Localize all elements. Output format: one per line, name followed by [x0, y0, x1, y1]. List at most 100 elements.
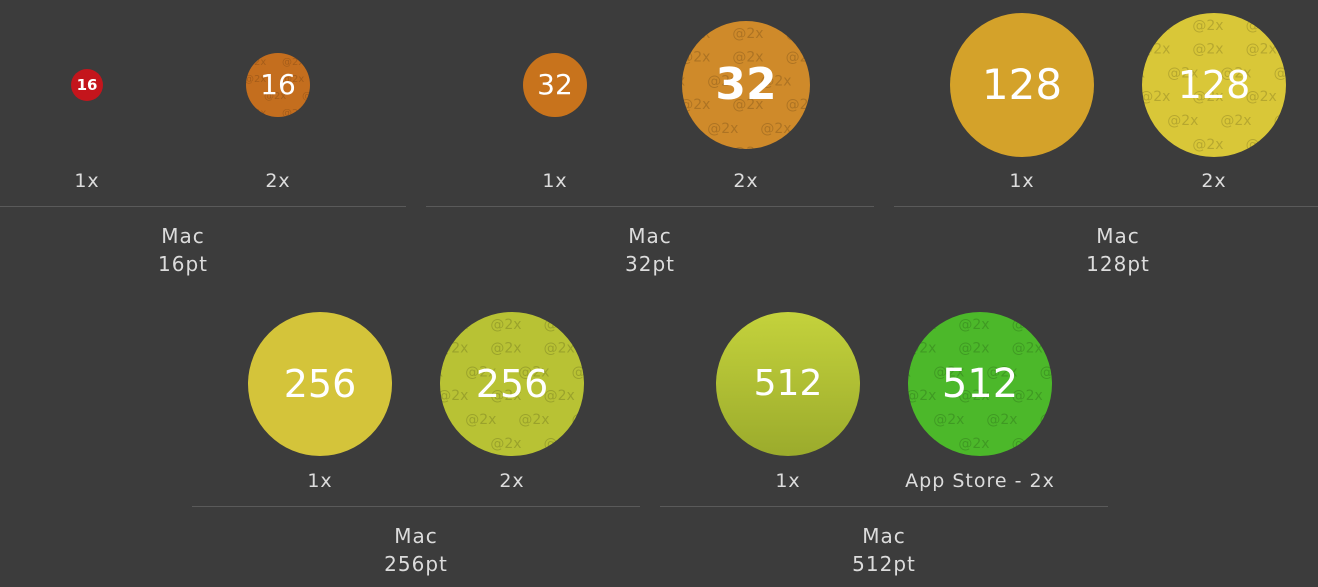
watermark-text: @2x [440, 412, 443, 428]
icon-256-2x[interactable]: @2x @2x @2x @2x @2x @2x @2x @2x @2x @2x @2x @2x @2x @… [440, 312, 584, 456]
point-size-label: 512pt [852, 552, 916, 576]
slot-128pt-2x[interactable]: @2x @2x @2x @2x @2x @2x @2x @2x @2x @2x @2x @2x @2x @… [1114, 0, 1314, 200]
watermark-text: @2x [282, 57, 304, 68]
watermark-text: @2x [1040, 412, 1052, 428]
icon-32-2x[interactable]: @2x @2x @2x @2x @2x @2x @2x @2x @2x @2x @2x @2x @2x @… [682, 21, 810, 149]
watermark-text: @2x [440, 341, 468, 357]
scale-label-1x: 1x [542, 170, 568, 192]
watermark-text: @2x [1040, 364, 1052, 380]
icon-number: 128 [1177, 63, 1251, 107]
scale-label-2x: 2x [733, 170, 759, 192]
group-divider [660, 506, 1108, 507]
watermark-text: @2x [1220, 113, 1251, 129]
icon-number: 512 [941, 361, 1019, 407]
watermark-text: @2x [986, 412, 1017, 428]
icon-number: 16 [76, 75, 98, 94]
watermark-text: @2x [1142, 113, 1145, 129]
watermark-text: @2x [440, 317, 468, 333]
icon-128-1x[interactable]: 128 [950, 13, 1094, 157]
group-title: Mac 128pt [1018, 222, 1218, 278]
watermark-text: @2x [908, 317, 936, 333]
watermark-text: @2x [490, 317, 521, 333]
watermark-text: @2x [682, 26, 710, 42]
watermark-text: @2x [572, 412, 584, 428]
watermark-text: @2x [1192, 42, 1223, 58]
group-mac-32pt: 32 1x @2x@2x@2x@2x@2x@2x@2x@2x@2x@2x@2x@… [426, 0, 874, 290]
watermark-text: @2x [682, 50, 710, 66]
watermark-text: @2x [1142, 89, 1170, 105]
watermark-text: @2x [544, 317, 575, 333]
icon-128-2x[interactable]: @2x @2x @2x @2x @2x @2x @2x @2x @2x @2x @2x @2x @2x @… [1142, 13, 1286, 157]
watermark-text: @2x [490, 341, 521, 357]
watermark-text: @2x [544, 436, 575, 452]
watermark-text: @2x [1012, 436, 1043, 452]
watermark-text: @2x [786, 50, 810, 66]
watermark-text: @2x [1274, 65, 1286, 81]
group-title: Mac 256pt [316, 522, 516, 578]
icon-number: 512 [753, 363, 823, 404]
watermark-text: @2x [440, 364, 443, 380]
watermark-text: @2x [1142, 18, 1170, 34]
scale-label-1x: 1x [307, 470, 333, 492]
watermark-text: @2x [958, 436, 989, 452]
slot-128pt-1x[interactable]: 128 1x [922, 0, 1122, 200]
watermark-text: @2x [760, 121, 791, 137]
icon-512-appstore[interactable]: @2x @2x @2x @2x @2x @2x @2x @2x @2x @2x @2x @2x @2x @… [908, 312, 1052, 456]
watermark-text: @2x [786, 26, 810, 42]
slot-32pt-2x[interactable]: @2x @2x @2x @2x @2x @2x @2x @2x @2x @2x @2x @2x @2x @… [646, 0, 846, 200]
watermark-text: @2x [682, 97, 710, 113]
slot-256pt-2x[interactable]: @2x @2x @2x @2x @2x @2x @2x @2x @2x @2x @2x @2x @2x @… [412, 300, 612, 500]
icon-512-1x[interactable]: 512 [716, 312, 860, 456]
group-mac-128pt: 128 1x @2x @2x @2x @2x @2x @2x @2x @2x @2x @2x @2x… [894, 0, 1318, 290]
slot-512pt-1x[interactable]: 512 1x [688, 300, 888, 500]
watermark-text: @2x [707, 121, 738, 137]
watermark-text: @2x [1142, 42, 1170, 58]
point-size-label: 128pt [1086, 252, 1150, 276]
watermark-text: @2x [246, 57, 266, 68]
platform-label: Mac [394, 524, 438, 548]
watermark-text: @2x [958, 341, 989, 357]
watermark-text: @2x [246, 91, 248, 102]
watermark-text: @2x [682, 73, 685, 89]
slot-32pt-1x[interactable]: 32 1x [455, 0, 655, 200]
watermark-text: @2x [440, 388, 468, 404]
group-title: Mac 512pt [784, 522, 984, 578]
scale-label-2x: 2x [499, 470, 525, 492]
icon-number: 256 [283, 362, 357, 406]
group-title: Mac 16pt [83, 222, 283, 278]
watermark-text: @2x [1142, 65, 1145, 81]
icon-16-1x[interactable]: 16 [71, 69, 103, 101]
platform-label: Mac [862, 524, 906, 548]
icon-number: 32 [715, 59, 777, 110]
watermark-text: @2x [682, 145, 710, 149]
group-divider [894, 206, 1318, 207]
slot-512pt-appstore[interactable]: @2x @2x @2x @2x @2x @2x @2x @2x @2x @2x @2x @2x @2x @… [880, 300, 1080, 500]
watermark-text: @2x [1246, 18, 1277, 34]
watermark-text: @2x [908, 388, 936, 404]
platform-label: Mac [628, 224, 672, 248]
group-divider [0, 206, 406, 207]
watermark-text: @2x [732, 145, 763, 149]
watermark-text: @2x [572, 364, 584, 380]
icon-number: 128 [981, 60, 1063, 109]
icon-16-2x[interactable]: @2x@2x@2x@2x@2x@2x@2x@2x@2x@2x@2x@2x@2x@… [246, 53, 310, 117]
watermark-text: @2x [440, 436, 468, 452]
watermark-text: @2x [465, 412, 496, 428]
watermark-text: @2x [1192, 18, 1223, 34]
point-size-label: 16pt [158, 252, 208, 276]
group-divider [192, 506, 640, 507]
watermark-text: @2x [908, 412, 911, 428]
slot-16pt-1x[interactable]: 16 1x [0, 0, 187, 200]
watermark-text: @2x [908, 436, 936, 452]
icon-32-1x[interactable]: 32 [523, 53, 587, 117]
group-mac-16pt: 16 1x @2x@2x@2x@2x@2x@2x@2x@2x@2x@2x@2x@… [0, 0, 406, 290]
scale-label-app-store: App Store - 2x [905, 470, 1055, 492]
slot-16pt-2x[interactable]: @2x@2x@2x@2x@2x@2x@2x@2x@2x@2x@2x@2x@2x@… [178, 0, 378, 200]
watermark-text: @2x [908, 341, 936, 357]
watermark-text: @2x [1167, 113, 1198, 129]
icon-256-1x[interactable]: 256 [248, 312, 392, 456]
scale-label-1x: 1x [775, 470, 801, 492]
watermark-text: @2x [1192, 137, 1223, 153]
slot-256pt-1x[interactable]: 256 1x [220, 300, 420, 500]
scale-label-1x: 1x [74, 170, 100, 192]
